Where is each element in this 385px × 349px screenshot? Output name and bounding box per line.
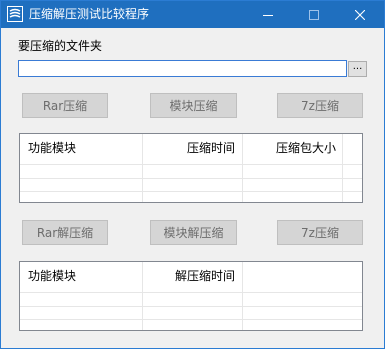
module-decompress-button[interactable]: 模块解压缩 [150, 220, 237, 245]
title-bar[interactable]: 压缩解压测试比较程序 [1, 1, 384, 28]
folder-path-input[interactable] [18, 60, 347, 77]
column-header-module[interactable]: 功能模块 [28, 134, 76, 162]
row-divider [20, 191, 362, 192]
row-divider [20, 178, 362, 179]
browse-button[interactable]: ... [348, 61, 367, 77]
folder-label: 要压缩的文件夹 [18, 39, 103, 53]
close-icon [355, 9, 365, 20]
column-header-decompress-time[interactable]: 解压缩时间 [175, 262, 235, 290]
row-divider [20, 319, 362, 320]
column-header-module[interactable]: 功能模块 [28, 262, 76, 290]
app-icon [7, 6, 23, 22]
rar-compress-button[interactable]: Rar压缩 [22, 93, 108, 118]
column-header-package-size[interactable]: 压缩包大小 [276, 134, 336, 162]
row-divider [20, 164, 362, 165]
row-divider [20, 292, 362, 293]
maximize-icon [309, 9, 319, 20]
column-header-compress-time[interactable]: 压缩时间 [187, 134, 235, 162]
module-compress-button[interactable]: 模块压缩 [150, 93, 237, 118]
main-window: 压缩解压测试比较程序 要压缩的文件夹 ... Rar压缩 模块压缩 7z压缩 功… [0, 0, 385, 349]
row-divider [20, 306, 362, 307]
rar-decompress-button[interactable]: Rar解压缩 [22, 220, 108, 245]
7z-decompress-button[interactable]: 7z压缩 [277, 220, 363, 245]
decompress-results-table[interactable]: 功能模块 解压缩时间 [19, 261, 363, 331]
minimize-button[interactable] [245, 1, 291, 28]
maximize-button[interactable] [291, 1, 337, 28]
window-title: 压缩解压测试比较程序 [29, 7, 150, 21]
minimize-icon [263, 14, 273, 16]
compress-results-table[interactable]: 功能模块 压缩时间 压缩包大小 [19, 133, 363, 203]
close-button[interactable] [337, 1, 383, 28]
7z-compress-button[interactable]: 7z压缩 [277, 93, 363, 118]
